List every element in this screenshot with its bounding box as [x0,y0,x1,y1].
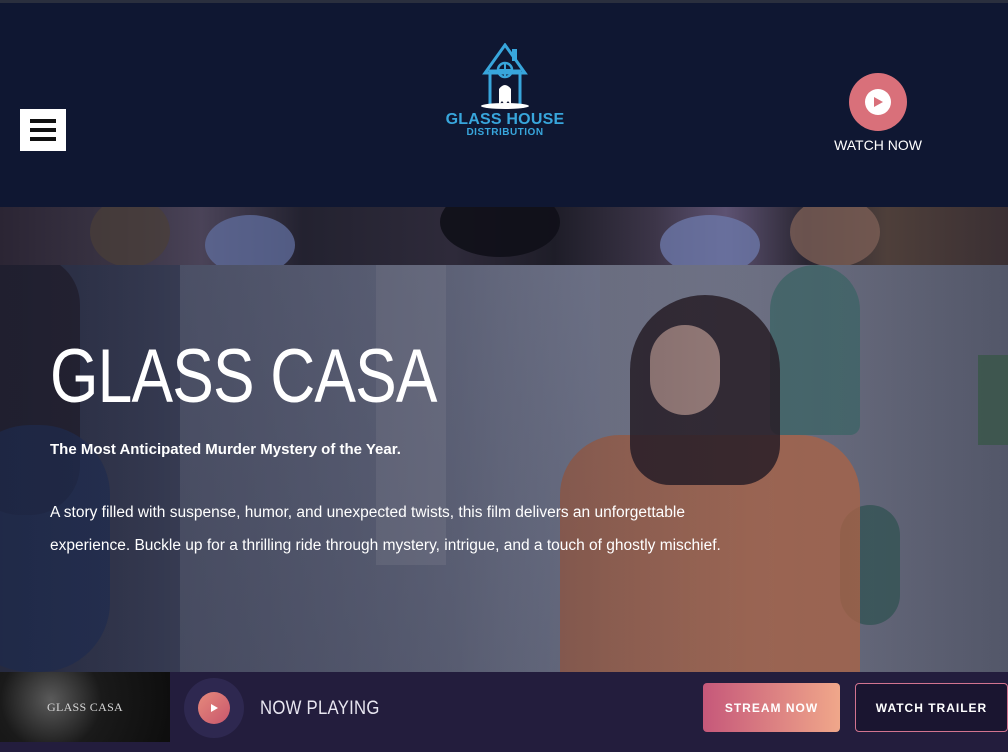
movie-tagline: The Most Anticipated Murder Mystery of t… [50,441,401,458]
hero-overlay [0,265,1008,672]
strip-figure [440,207,560,257]
play-icon [198,692,230,724]
now-playing-label: NOW PLAYING [260,698,380,719]
movie-description: A story filled with suspense, humor, and… [50,504,721,554]
watch-trailer-button[interactable]: WATCH TRAILER [855,683,1008,732]
strip-figure [790,207,880,265]
watch-now-button[interactable]: WATCH NOW [826,73,930,157]
hamburger-menu-button[interactable] [20,109,66,151]
menu-line [30,137,56,141]
site-header: GLASS HOUSE DISTRIBUTION WATCH NOW [0,3,1008,207]
strip-figure [90,207,170,265]
movie-title: GLASS CASA [50,334,437,419]
hero-section: GLASS CASA The Most Anticipated Murder M… [0,265,1008,672]
film-still-strip [0,207,1008,265]
play-circle-icon [865,89,891,115]
watch-now-circle [849,73,907,131]
thumbnail-title: GLASS CASA [46,700,124,714]
menu-line [30,128,56,132]
stream-now-button[interactable]: STREAM NOW [703,683,840,732]
watch-now-label: WATCH NOW [834,137,922,153]
glass-house-logo-icon [481,43,529,109]
movie-thumbnail[interactable]: GLASS CASA [0,672,170,742]
strip-figure [205,215,295,265]
logo-subtitle: DISTRIBUTION [466,127,544,138]
site-logo[interactable]: GLASS HOUSE DISTRIBUTION [440,43,570,143]
menu-line [30,119,56,123]
now-playing-play-button[interactable] [184,678,244,738]
strip-figure [660,215,760,265]
player-bar: GLASS CASA NOW PLAYING STREAM NOW WATCH … [0,672,1008,752]
